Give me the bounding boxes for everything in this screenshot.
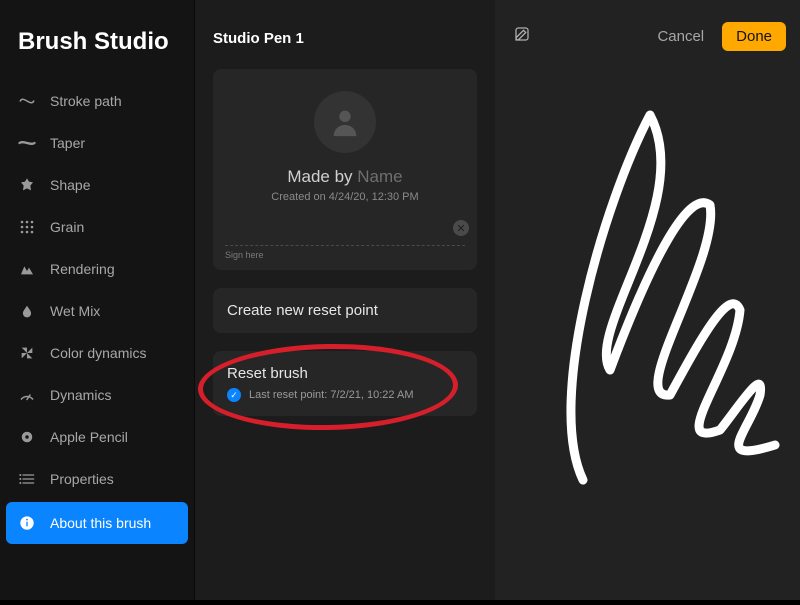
shape-icon: [18, 176, 36, 194]
reset-brush-label: Reset brush: [227, 365, 463, 382]
sidebar-item-label: Shape: [50, 177, 90, 193]
stroke-path-icon: [18, 92, 36, 110]
reset-brush-button[interactable]: Reset brush ✓ Last reset point: 7/2/21, …: [213, 351, 477, 416]
sidebar-item-label: Properties: [50, 471, 114, 487]
rendering-icon: [18, 260, 36, 278]
sidebar-item-label: Grain: [50, 219, 84, 235]
made-by-line: Made by Name: [225, 167, 465, 187]
checkmark-icon: ✓: [227, 388, 241, 402]
sidebar-item-properties[interactable]: Properties: [0, 458, 194, 500]
create-reset-label: Create new reset point: [227, 302, 463, 319]
sidebar-item-label: Color dynamics: [50, 345, 146, 361]
brush-detail-panel: Studio Pen 1 Made by Name Created on 4/2…: [195, 0, 495, 600]
sidebar-item-label: Taper: [50, 135, 85, 151]
brush-preview-panel: Cancel Done: [495, 0, 800, 600]
list-icon: [18, 470, 36, 488]
taper-icon: [18, 134, 36, 152]
speed-icon: [18, 386, 36, 404]
sidebar-item-apple-pencil[interactable]: Apple Pencil: [0, 416, 194, 458]
sidebar-item-label: About this brush: [50, 515, 151, 531]
edit-icon[interactable]: [513, 25, 531, 48]
sidebar-item-rendering[interactable]: Rendering: [0, 248, 194, 290]
preview-toolbar: Cancel Done: [495, 22, 786, 51]
sidebar-item-label: Wet Mix: [50, 303, 100, 319]
sidebar-item-label: Dynamics: [50, 387, 111, 403]
grain-icon: [18, 218, 36, 236]
author-name: Name: [357, 167, 402, 186]
app-title: Brush Studio: [0, 18, 194, 80]
clear-signature-icon[interactable]: ✕: [453, 220, 469, 236]
brush-name-title: Studio Pen 1: [195, 22, 495, 63]
sidebar-item-shape[interactable]: Shape: [0, 164, 194, 206]
author-card: Made by Name Created on 4/24/20, 12:30 P…: [213, 69, 477, 270]
create-reset-point-button[interactable]: Create new reset point: [213, 288, 477, 333]
last-reset-text: Last reset point: 7/2/21, 10:22 AM: [249, 389, 414, 401]
info-icon: [18, 514, 36, 532]
author-avatar: [314, 91, 376, 153]
sidebar-item-about[interactable]: About this brush: [6, 502, 188, 544]
sidebar-item-label: Stroke path: [50, 93, 122, 109]
sidebar-item-label: Rendering: [50, 261, 115, 277]
created-date: Created on 4/24/20, 12:30 PM: [225, 191, 465, 203]
droplet-icon: [18, 302, 36, 320]
sidebar-item-stroke-path[interactable]: Stroke path: [0, 80, 194, 122]
sign-here-label: Sign here: [225, 250, 264, 260]
pencil-icon: [18, 428, 36, 446]
made-by-prefix: Made by: [287, 167, 357, 186]
cancel-button[interactable]: Cancel: [645, 22, 716, 51]
sidebar-item-grain[interactable]: Grain: [0, 206, 194, 248]
sidebar-item-taper[interactable]: Taper: [0, 122, 194, 164]
pinwheel-icon: [18, 344, 36, 362]
sidebar-item-color-dynamics[interactable]: Color dynamics: [0, 332, 194, 374]
sidebar-item-wet-mix[interactable]: Wet Mix: [0, 290, 194, 332]
brush-stroke-preview: [495, 0, 800, 600]
sidebar-item-label: Apple Pencil: [50, 429, 128, 445]
signature-line[interactable]: Sign here: [225, 245, 465, 260]
sidebar-item-dynamics[interactable]: Dynamics: [0, 374, 194, 416]
done-button[interactable]: Done: [722, 22, 786, 51]
sidebar: Brush Studio Stroke path Taper Shape Gra…: [0, 0, 195, 600]
